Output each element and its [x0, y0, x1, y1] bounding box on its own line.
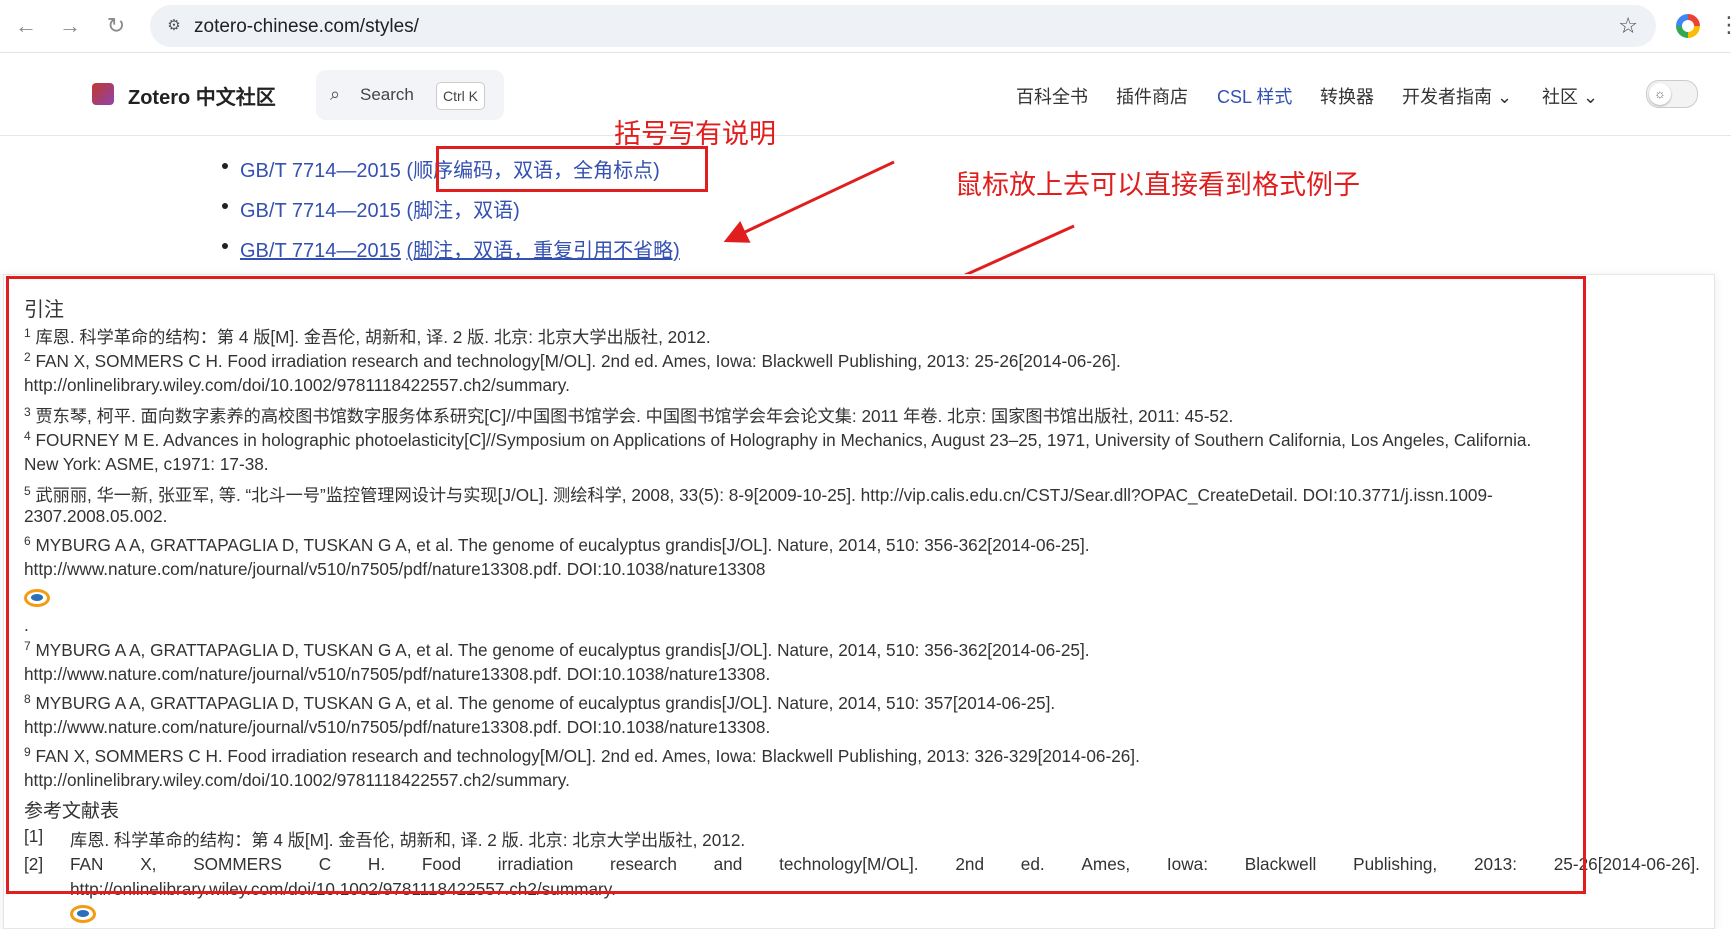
popup-highlight-box [6, 276, 1586, 894]
browser-logo-icon[interactable] [70, 905, 96, 923]
arrow-to-link [723, 160, 895, 243]
